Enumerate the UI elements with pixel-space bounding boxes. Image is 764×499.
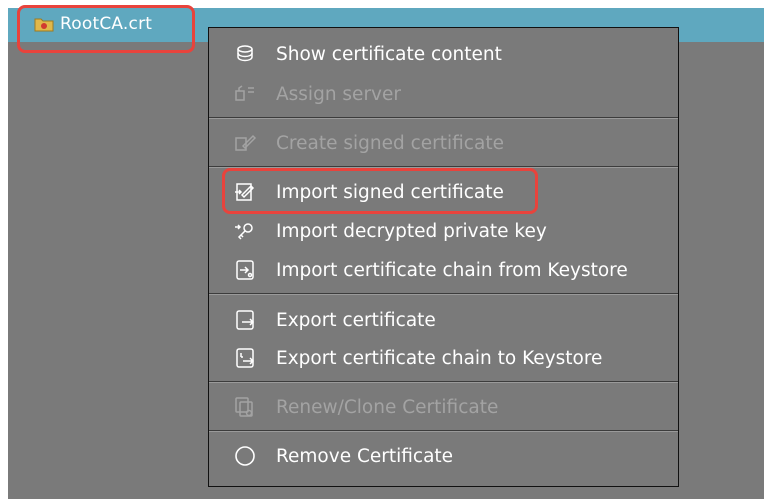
menu-item-label: Assign server xyxy=(276,83,401,105)
import-chain-icon xyxy=(233,258,257,282)
menu-item-export-certificate[interactable]: Export certificate xyxy=(209,303,678,337)
renew-clone-icon xyxy=(233,395,257,419)
menu-item-label: Import certificate chain from Keystore xyxy=(276,259,628,281)
menu-item-label: Create signed certificate xyxy=(276,132,504,154)
menu-item-label: Show certificate content xyxy=(276,43,502,65)
export-chain-icon xyxy=(233,346,257,370)
create-signed-certificate-icon xyxy=(233,131,257,155)
menu-item-export-certificate-chain[interactable]: Export certificate chain to Keystore xyxy=(209,341,678,375)
menu-item-renew-clone-certificate[interactable]: Renew/Clone Certificate xyxy=(209,390,678,424)
menu-separator xyxy=(209,381,678,383)
context-menu: Show certificate content Assign server C… xyxy=(208,27,679,487)
menu-item-label: Export certificate xyxy=(276,309,436,331)
menu-item-remove-certificate[interactable]: Remove Certificate xyxy=(209,439,678,473)
menu-separator xyxy=(209,293,678,295)
tree-node-highlight xyxy=(17,5,195,53)
certificate-content-icon xyxy=(233,42,257,66)
menu-separator xyxy=(209,117,678,119)
assign-server-icon xyxy=(233,82,257,106)
menu-item-create-signed-certificate[interactable]: Create signed certificate xyxy=(209,126,678,160)
menu-item-label: Renew/Clone Certificate xyxy=(276,396,499,418)
menu-item-assign-server[interactable]: Assign server xyxy=(209,77,678,111)
menu-item-label: Import decrypted private key xyxy=(276,220,547,242)
menu-item-show-certificate-content[interactable]: Show certificate content xyxy=(209,37,678,71)
menu-item-label: Remove Certificate xyxy=(276,445,454,467)
menu-item-import-certificate-chain[interactable]: Import certificate chain from Keystore xyxy=(209,253,678,287)
import-private-key-icon xyxy=(233,219,257,243)
menu-separator xyxy=(209,430,678,432)
menu-item-import-decrypted-private-key[interactable]: Import decrypted private key xyxy=(209,214,678,248)
export-certificate-icon xyxy=(233,308,257,332)
menu-item-highlight xyxy=(222,168,538,214)
menu-item-label: Export certificate chain to Keystore xyxy=(276,347,603,369)
remove-circle-icon xyxy=(233,444,257,468)
